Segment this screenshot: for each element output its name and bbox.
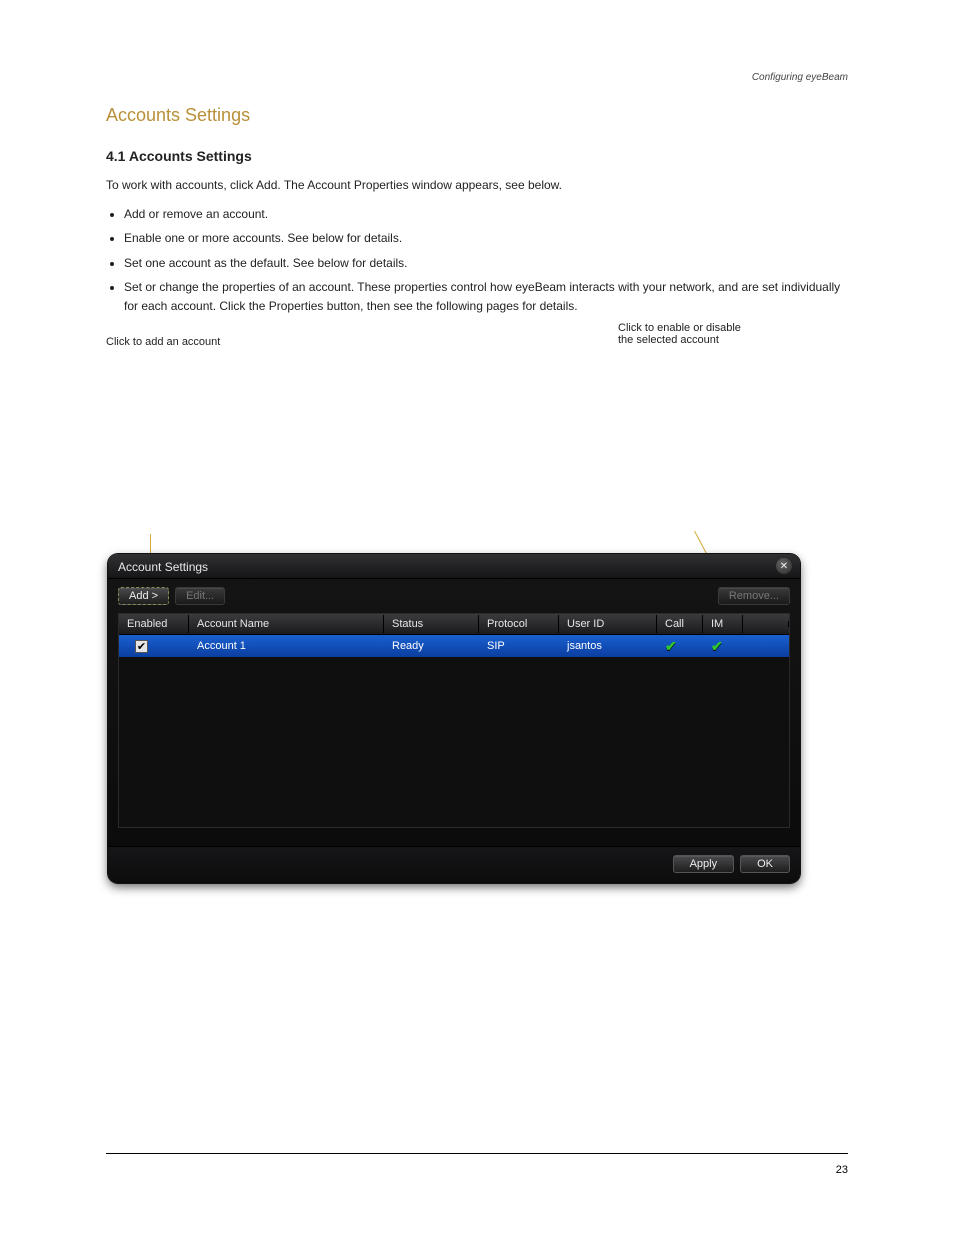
dialog-footer: Apply OK: [108, 846, 800, 883]
body-para-1: To work with accounts, click Add. The Ac…: [106, 176, 848, 195]
apply-button[interactable]: Apply: [673, 855, 735, 873]
chapter-heading: Accounts Settings: [106, 105, 848, 126]
page-number: 23: [836, 1164, 848, 1176]
cell-protocol: SIP: [479, 640, 559, 652]
list-item: Set one account as the default. See belo…: [124, 254, 848, 273]
list-item: Add or remove an account.: [124, 205, 848, 224]
bullet-list: Add or remove an account. Enable one or …: [124, 205, 848, 316]
table-row[interactable]: ✔ Account 1 Ready SIP jsantos ✔ ✔: [119, 635, 789, 657]
col-account-name[interactable]: Account Name: [189, 615, 384, 633]
remove-button[interactable]: Remove...: [718, 587, 790, 605]
dialog-title: Account Settings: [118, 560, 208, 574]
check-icon: ✔: [711, 638, 723, 654]
list-item: Enable one or more accounts. See below f…: [124, 229, 848, 248]
accounts-table: Enabled Account Name Status Protocol Use…: [118, 613, 790, 828]
edit-button[interactable]: Edit...: [175, 587, 225, 605]
col-enabled[interactable]: Enabled: [119, 615, 189, 633]
col-call[interactable]: Call: [657, 615, 703, 633]
enabled-checkbox[interactable]: ✔: [135, 640, 148, 653]
cell-account-name: Account 1: [189, 640, 384, 652]
account-settings-dialog: Account Settings ✕ Add > Edit... Remove.…: [108, 554, 800, 883]
col-status[interactable]: Status: [384, 615, 479, 633]
col-user-id[interactable]: User ID: [559, 615, 657, 633]
list-item: Set or change the properties of an accou…: [124, 278, 848, 315]
callout-add: Click to add an account: [106, 336, 220, 348]
callout-enable: Click to enable or disable the selected …: [618, 322, 798, 346]
col-im[interactable]: IM: [703, 615, 743, 633]
dialog-titlebar: Account Settings ✕: [108, 554, 800, 579]
add-button[interactable]: Add >: [118, 587, 169, 605]
cell-status: Ready: [384, 640, 479, 652]
dialog-toolbar: Add > Edit... Remove...: [108, 579, 800, 613]
section-heading: 4.1 Accounts Settings: [106, 148, 848, 164]
ok-button[interactable]: OK: [740, 855, 790, 873]
footer-rule: [106, 1153, 848, 1154]
check-icon: ✔: [665, 638, 677, 654]
col-protocol[interactable]: Protocol: [479, 615, 559, 633]
close-icon[interactable]: ✕: [776, 558, 792, 574]
table-header-row: Enabled Account Name Status Protocol Use…: [119, 614, 789, 635]
cell-user-id: jsantos: [559, 640, 657, 652]
